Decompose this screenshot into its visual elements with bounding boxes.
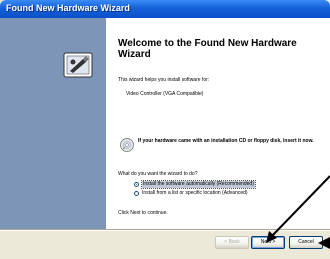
option-label: Install the software automatically (Reco… [141,180,256,189]
option-install-from-list[interactable]: Install from a list or specific location… [134,190,324,198]
wizard-heading: Welcome to the Found New Hardware Wizard [118,38,297,60]
button-separator [0,229,330,231]
option-install-automatically[interactable]: Install the software automatically (Reco… [134,180,324,189]
wizard-window: Found New Hardware Wizard Welcome to the… [0,0,330,259]
window-title: Found New Hardware Wizard [6,3,130,13]
wizard-content: Welcome to the Found New Hardware Wizard… [106,18,330,229]
cd-icon [120,138,134,152]
wizard-side-panel [0,18,106,229]
cancel-button[interactable]: Cancel [289,236,323,249]
continue-text: Click Next to continue. [118,210,168,216]
next-button[interactable]: Next > [251,236,285,249]
option-label: Install from a list or specific location… [142,190,248,196]
title-bar[interactable]: Found New Hardware Wizard [0,0,330,18]
device-name: Video Controller (VGA Compatible) [126,91,204,97]
question-text: What do you want the wizard to do? [118,171,198,177]
radio-button[interactable] [134,191,139,196]
hardware-wizard-icon [63,52,93,78]
cd-prompt: If your hardware came with an installati… [138,138,314,144]
back-button[interactable]: < Back [215,236,249,249]
intro-text: This wizard helps you install software f… [118,77,210,83]
radio-button[interactable] [134,182,139,187]
